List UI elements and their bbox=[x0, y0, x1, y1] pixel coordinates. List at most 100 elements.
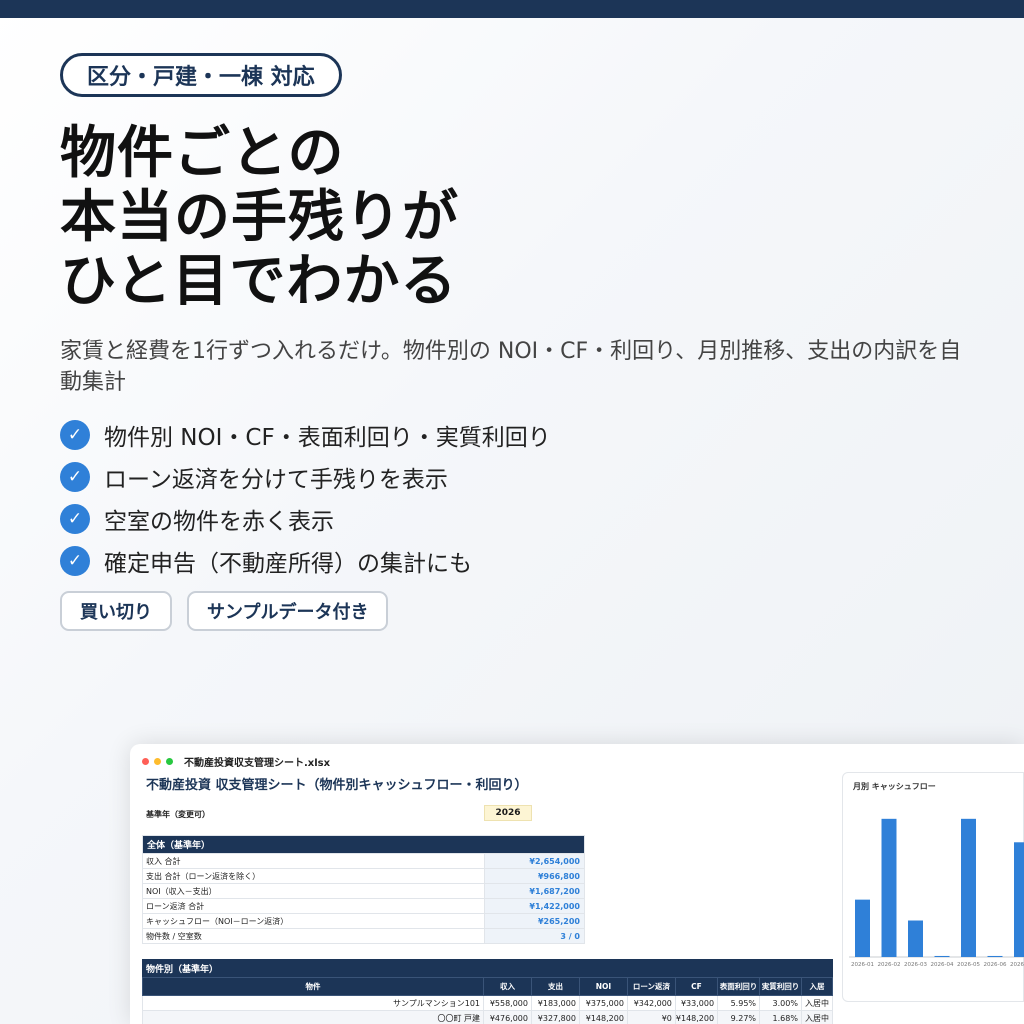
chart-bar-2026-03 bbox=[908, 920, 923, 957]
table-row: 物件数 / 空室数 3 / 0 bbox=[142, 928, 585, 944]
row-label: 物件数 / 空室数 bbox=[142, 928, 485, 944]
property-section-title: 物件別（基準年） bbox=[142, 959, 833, 977]
cell-income[interactable]: ¥476,000 bbox=[483, 1010, 532, 1024]
headline-line-3: ひと目でわかる bbox=[60, 249, 458, 314]
chart-bar-2026-05 bbox=[961, 818, 976, 957]
row-value[interactable]: ¥1,422,000 bbox=[484, 898, 585, 914]
x-tick-label: 2026-02 bbox=[878, 962, 901, 968]
table-row: NOI（収入－支出） ¥1,687,200 bbox=[142, 883, 585, 899]
chart-bar-2026-06 bbox=[987, 955, 1003, 957]
cell-occupancy[interactable]: 入居中 bbox=[800, 995, 834, 1011]
chart-bar-2026-01 bbox=[855, 899, 870, 957]
window-titlebar: 不動産投資収支管理シート.xlsx bbox=[142, 754, 330, 769]
chart-bar-2026-04 bbox=[934, 955, 950, 957]
check-icon: ✓ bbox=[60, 462, 90, 492]
x-tick-label: 2026-07 bbox=[1010, 962, 1024, 968]
chip-one-time-purchase: 買い切り bbox=[60, 591, 172, 631]
table-row: キャッシュフロー（NOI－ローン返済） ¥265,200 bbox=[142, 913, 585, 929]
table-row: ローン返済 合計 ¥1,422,000 bbox=[142, 898, 585, 914]
check-icon: ✓ bbox=[60, 420, 90, 450]
feature-item: ✓ 確定申告（不動産所得）の集計にも bbox=[60, 540, 551, 582]
row-value[interactable]: ¥265,200 bbox=[484, 913, 585, 929]
feature-text: 物件別 NOI・CF・表面利回り・実質利回り bbox=[104, 425, 551, 451]
cell-occupancy[interactable]: 入居中 bbox=[800, 1010, 834, 1024]
col-header-loan: ローン返済 bbox=[626, 977, 676, 996]
col-header-net-yield: 実質利回り bbox=[759, 977, 802, 996]
row-label: NOI（収入－支出） bbox=[142, 883, 485, 899]
cell-loan[interactable]: ¥342,000 bbox=[626, 995, 676, 1011]
x-tick-label: 2026-06 bbox=[984, 962, 1007, 968]
spreadsheet-window: 不動産投資収支管理シート.xlsx 不動産投資 収支管理シート（物件別キャッシュ… bbox=[130, 744, 1024, 1024]
table-row: 〇〇町 戸建 ¥476,000 ¥327,800 ¥148,200 ¥0 ¥14… bbox=[141, 1010, 834, 1024]
cell-expense[interactable]: ¥183,000 bbox=[530, 995, 580, 1011]
table-row: 支出 合計（ローン返済を除く） ¥966,800 bbox=[142, 868, 585, 884]
headline-line-2: 本当の手残りが bbox=[60, 185, 459, 250]
monthly-cashflow-chart: 月別 キャッシュフロー 2026-01 2026-02 2026-03 2026-04… bbox=[842, 772, 1024, 1002]
cell-cf[interactable]: ¥33,000 bbox=[674, 995, 719, 1011]
check-icon: ✓ bbox=[60, 546, 90, 576]
row-value[interactable]: ¥966,800 bbox=[484, 868, 585, 884]
row-value[interactable]: ¥1,687,200 bbox=[484, 883, 585, 899]
table-row: サンプルマンション101 ¥558,000 ¥183,000 ¥375,000 … bbox=[141, 995, 834, 1011]
chart-bar-2026-07 bbox=[1014, 842, 1024, 957]
row-value[interactable]: 3 / 0 bbox=[484, 928, 585, 944]
cell-property[interactable]: サンプルマンション101 bbox=[141, 995, 485, 1011]
cell-income[interactable]: ¥558,000 bbox=[483, 995, 532, 1011]
base-year-cell[interactable]: 2026 bbox=[484, 805, 532, 821]
cell-net-yield[interactable]: 3.00% bbox=[759, 995, 802, 1011]
table-row: 収入 合計 ¥2,654,000 bbox=[142, 853, 585, 869]
cell-cf[interactable]: ¥148,200 bbox=[674, 1010, 719, 1024]
row-value[interactable]: ¥2,654,000 bbox=[484, 853, 585, 869]
description: 家賃と経費を1行ずつ入れるだけ。物件別の NOI・CF・利回り、月別推移、支出の… bbox=[60, 339, 962, 395]
col-header-gross-yield: 表面利回り bbox=[717, 977, 761, 996]
sheet-title: 不動産投資 収支管理シート（物件別キャッシュフロー・利回り） bbox=[146, 778, 528, 793]
x-tick-label: 2026-03 bbox=[904, 962, 927, 968]
feature-item: ✓ 空室の物件を赤く表示 bbox=[60, 498, 551, 540]
property-table-header: 物件 収入 支出 NOI ローン返済 CF 表面利回り 実質利回り 入居 bbox=[141, 977, 834, 996]
overall-summary-table: 全体（基準年） 収入 合計 ¥2,654,000 支出 合計（ローン返済を除く） ¥… bbox=[142, 835, 585, 944]
feature-item: ✓ 物件別 NOI・CF・表面利回り・実質利回り bbox=[60, 414, 551, 456]
chart-bar-2026-02 bbox=[881, 818, 897, 957]
feature-text: 確定申告（不動産所得）の集計にも bbox=[104, 551, 472, 577]
cell-gross-yield[interactable]: 9.27% bbox=[717, 1010, 761, 1024]
row-label: ローン返済 合計 bbox=[142, 898, 485, 914]
row-label: 収入 合計 bbox=[142, 853, 485, 869]
row-label: キャッシュフロー（NOI－ローン返済） bbox=[142, 913, 485, 929]
col-header-noi: NOI bbox=[578, 977, 628, 996]
row-label: 支出 合計（ローン返済を除く） bbox=[142, 868, 485, 884]
headline: 物件ごとの 本当の手残りが ひと目でわかる bbox=[60, 122, 680, 314]
overall-title: 全体（基準年） bbox=[142, 835, 585, 854]
close-dot-icon[interactable] bbox=[142, 758, 149, 765]
cell-property[interactable]: 〇〇町 戸建 bbox=[141, 1010, 485, 1024]
col-header-property: 物件 bbox=[141, 977, 485, 996]
file-name: 不動産投資収支管理シート.xlsx bbox=[184, 758, 331, 769]
cell-loan[interactable]: ¥0 bbox=[626, 1010, 676, 1024]
base-year-label: 基準年（変更可） bbox=[146, 810, 210, 819]
feature-text: ローン返済を分けて手残りを表示 bbox=[104, 467, 448, 493]
chart-svg: 2026-01 2026-02 2026-03 2026-04 2026-05 2026-… bbox=[849, 818, 1024, 968]
minimize-dot-icon[interactable] bbox=[154, 758, 161, 765]
col-header-income: 収入 bbox=[483, 977, 532, 996]
x-tick-label: 2026-01 bbox=[851, 962, 874, 968]
headline-line-1: 物件ごとの bbox=[60, 121, 345, 186]
property-table: 物件 収入 支出 NOI ローン返済 CF 表面利回り 実質利回り 入居 サンプ… bbox=[141, 977, 834, 1024]
col-header-cf: CF bbox=[674, 977, 719, 996]
feature-list: ✓ 物件別 NOI・CF・表面利回り・実質利回り ✓ ローン返済を分けて手残りを表示… bbox=[60, 414, 551, 582]
chip-sample-data: サンプルデータ付き bbox=[187, 591, 389, 631]
chip-row: 買い切り サンプルデータ付き bbox=[60, 591, 389, 631]
x-tick-label: 2026-05 bbox=[957, 962, 980, 968]
feature-text: 空室の物件を赤く表示 bbox=[104, 509, 334, 535]
cell-noi[interactable]: ¥148,200 bbox=[578, 1010, 628, 1024]
cell-noi[interactable]: ¥375,000 bbox=[578, 995, 628, 1011]
maximize-dot-icon[interactable] bbox=[166, 758, 173, 765]
check-icon: ✓ bbox=[60, 504, 90, 534]
col-header-expense: 支出 bbox=[530, 977, 580, 996]
cell-expense[interactable]: ¥327,800 bbox=[530, 1010, 580, 1024]
cell-net-yield[interactable]: 1.68% bbox=[759, 1010, 802, 1024]
top-bar bbox=[0, 0, 1024, 18]
col-header-occupancy: 入居 bbox=[800, 977, 834, 996]
x-tick-label: 2026-04 bbox=[931, 962, 954, 968]
feature-item: ✓ ローン返済を分けて手残りを表示 bbox=[60, 456, 551, 498]
support-tag: 区分・戸建・一棟 対応 bbox=[60, 53, 342, 97]
cell-gross-yield[interactable]: 5.95% bbox=[717, 995, 761, 1011]
